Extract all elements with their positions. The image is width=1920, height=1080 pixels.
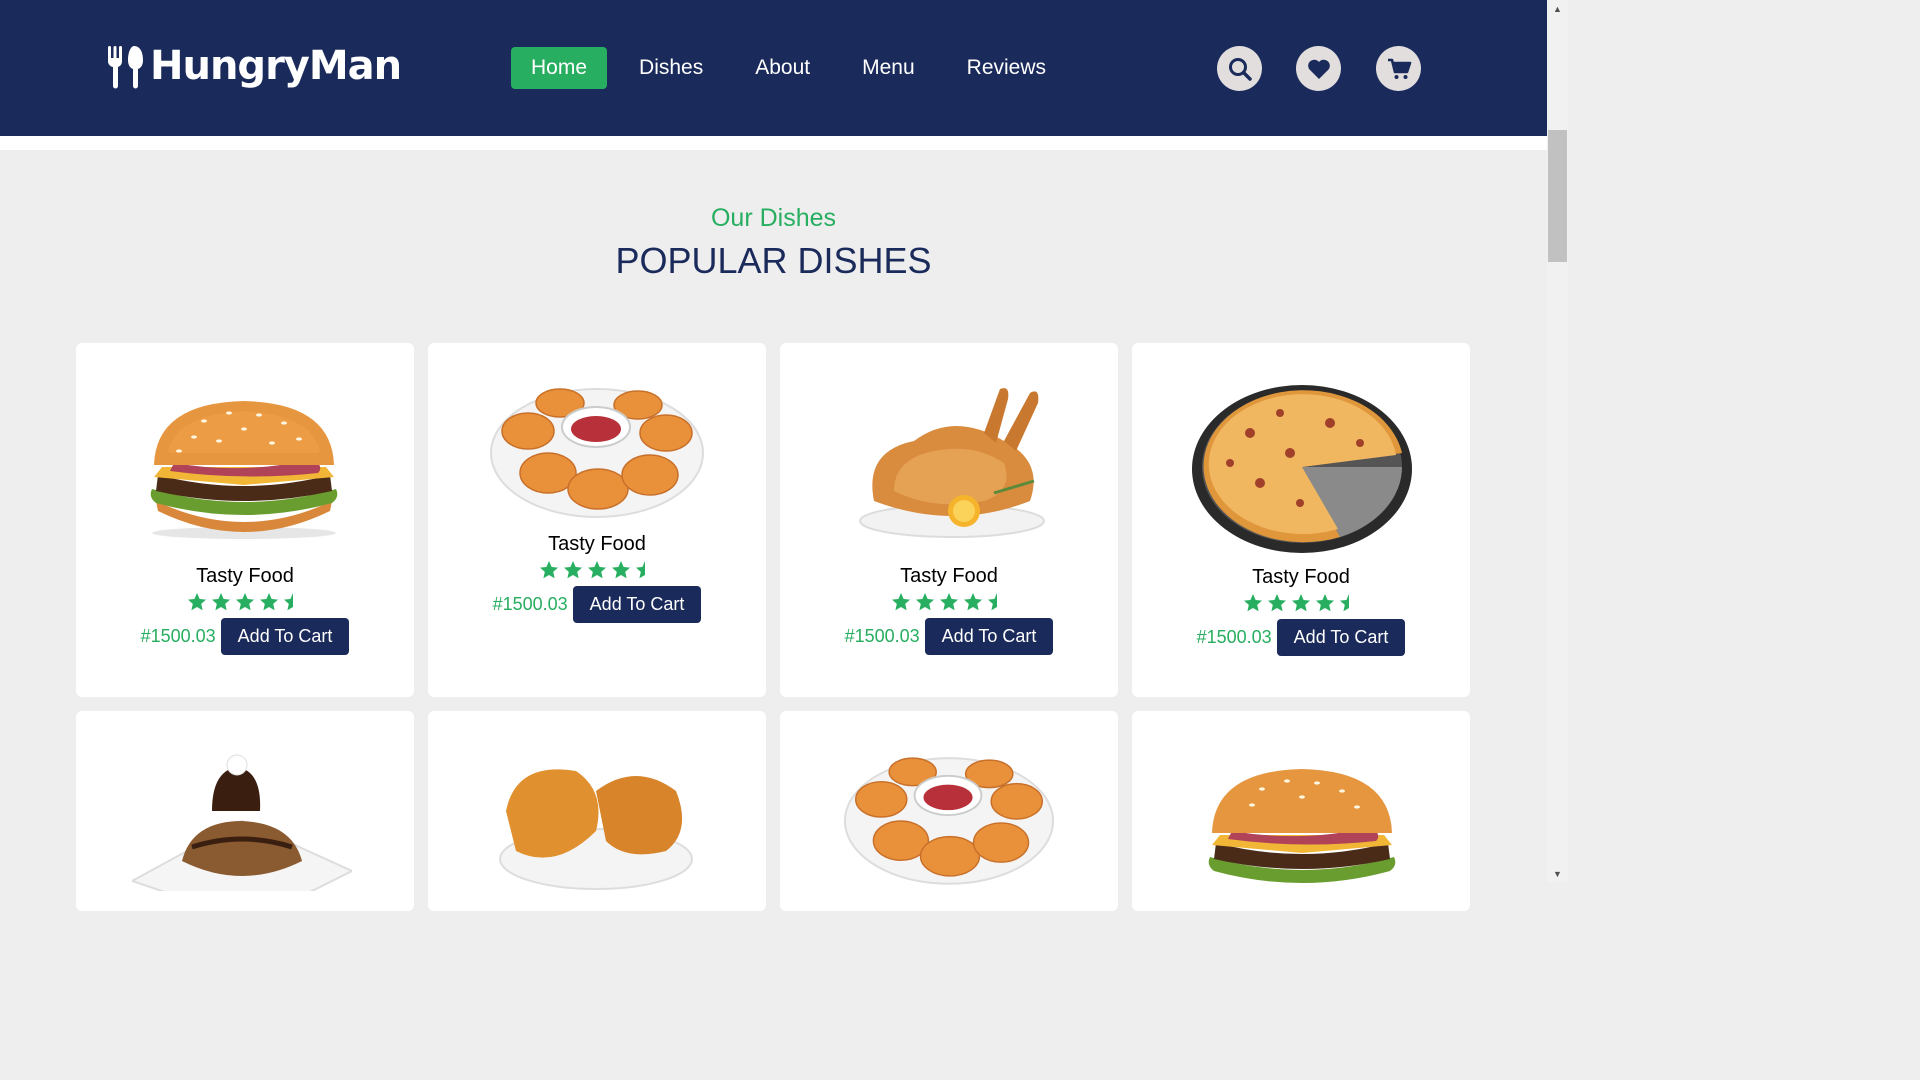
roast-chicken-image	[859, 388, 1045, 538]
half-star-icon	[1340, 594, 1349, 612]
star-icon	[940, 593, 958, 611]
star-rating	[428, 560, 766, 580]
dish-card: Tasty Food #1500.03 Add To Cart	[76, 343, 414, 697]
favorites-button[interactable]	[1296, 46, 1341, 91]
scroll-down-arrow[interactable]: ▼	[1547, 865, 1568, 882]
half-star-icon	[988, 593, 997, 611]
dish-card	[1132, 711, 1470, 911]
search-button[interactable]	[1217, 46, 1262, 91]
chicken-nuggets-image	[490, 388, 704, 518]
dish-card	[428, 711, 766, 911]
star-icon	[588, 561, 606, 579]
dish-card: Tasty Food #1500.03 Add To Cart	[780, 343, 1118, 697]
star-rating	[780, 592, 1118, 612]
burger-image	[1208, 769, 1396, 883]
dish-price: #1500.03	[1196, 627, 1272, 647]
star-icon	[236, 593, 254, 611]
star-icon	[1316, 594, 1334, 612]
chicken-nuggets-image	[843, 757, 1055, 885]
dish-name: Tasty Food	[548, 533, 646, 555]
section-subheading: Our Dishes	[710, 204, 837, 232]
chocolate-cake-image	[132, 754, 352, 891]
dish-name: Tasty Food	[900, 565, 998, 587]
star-icon	[564, 561, 582, 579]
star-icon	[188, 593, 206, 611]
dish-price: #1500.03	[492, 594, 568, 614]
brand-logo[interactable]: HungryMan	[106, 40, 402, 92]
dish-card: Tasty Food #1500.03 Add To Cart	[1132, 343, 1470, 697]
dish-name: Tasty Food	[196, 565, 294, 587]
scroll-up-arrow[interactable]: ▲	[1547, 0, 1568, 17]
nav-about[interactable]: About	[735, 47, 830, 89]
dish-card	[76, 711, 414, 911]
nav-reviews[interactable]: Reviews	[947, 47, 1066, 89]
heart-icon	[1307, 59, 1330, 79]
page-scrollbar[interactable]: ▲ ▼	[1547, 0, 1568, 882]
fork-spoon-icon	[108, 46, 143, 89]
burger-image	[150, 401, 338, 539]
cart-button[interactable]	[1376, 46, 1421, 91]
star-icon	[212, 593, 230, 611]
dish-name: Tasty Food	[1252, 566, 1350, 588]
star-icon	[612, 561, 630, 579]
half-star-icon	[636, 561, 645, 579]
header-divider	[0, 136, 1547, 150]
nav-dishes[interactable]: Dishes	[619, 47, 723, 89]
nav-menu[interactable]: Menu	[842, 47, 935, 89]
star-icon	[892, 593, 910, 611]
add-to-cart-button[interactable]: Add To Cart	[924, 618, 1054, 655]
star-icon	[1292, 594, 1310, 612]
dish-card: Tasty Food #1500.03 Add To Cart	[428, 343, 766, 697]
dish-price: #1500.03	[140, 626, 216, 646]
add-to-cart-button[interactable]: Add To Cart	[572, 586, 702, 623]
cart-icon	[1387, 58, 1411, 79]
fried-chicken-image	[499, 769, 693, 890]
search-icon	[1228, 57, 1252, 81]
nav-home[interactable]: Home	[511, 47, 608, 89]
star-icon	[1268, 594, 1286, 612]
star-rating	[76, 592, 414, 612]
brand-name: HungryMan	[150, 43, 402, 89]
star-icon	[964, 593, 982, 611]
main-nav: Home Dishes About Menu Reviews	[511, 47, 1078, 89]
star-icon	[540, 561, 558, 579]
scroll-thumb[interactable]	[1548, 130, 1567, 262]
half-star-icon	[284, 593, 293, 611]
star-icon	[1244, 594, 1262, 612]
pizza-image	[1192, 385, 1412, 553]
site-header: HungryMan Home Dishes About Menu Reviews	[0, 0, 1547, 136]
dish-card	[780, 711, 1118, 911]
add-to-cart-button[interactable]: Add To Cart	[1276, 619, 1406, 656]
dish-price: #1500.03	[844, 626, 920, 646]
add-to-cart-button[interactable]: Add To Cart	[220, 618, 350, 655]
star-rating	[1132, 593, 1470, 613]
star-icon	[260, 593, 278, 611]
section-heading: POPULAR DISHES	[615, 240, 932, 281]
star-icon	[916, 593, 934, 611]
